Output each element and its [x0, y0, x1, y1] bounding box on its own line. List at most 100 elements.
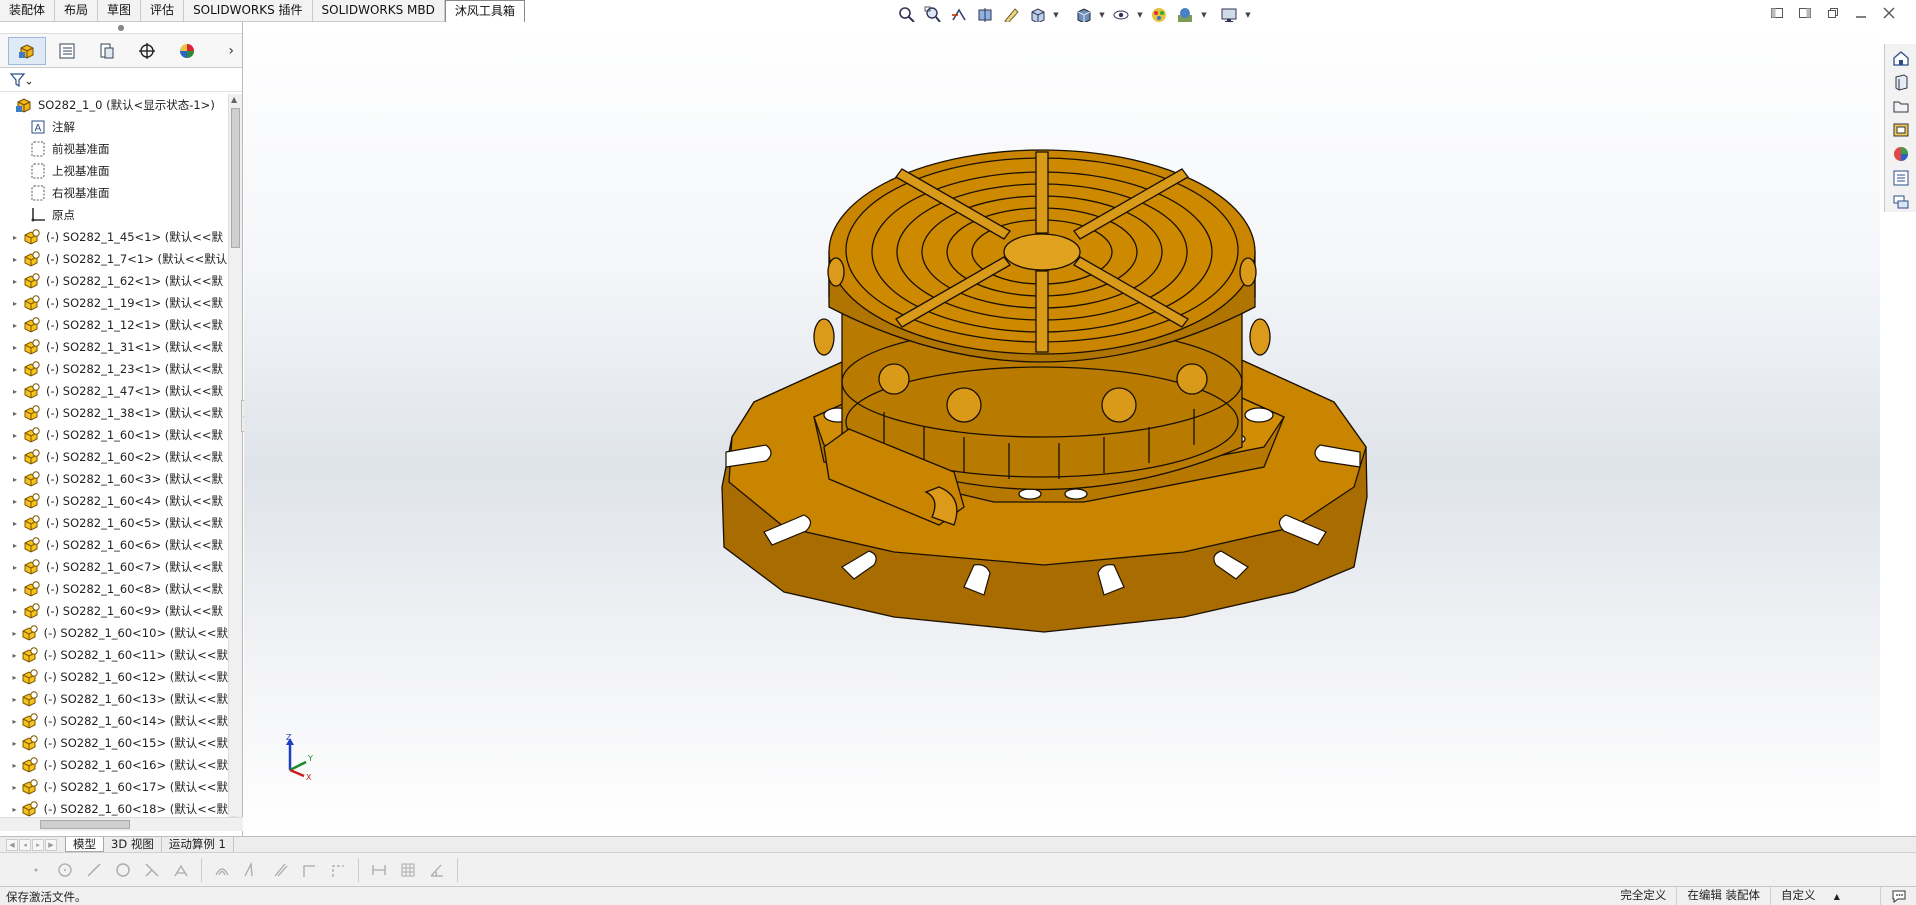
- next-tab-icon[interactable]: ▸: [32, 838, 44, 851]
- close-icon[interactable]: [1880, 4, 1898, 22]
- tree-item-component[interactable]: ▸ (-) SO282_1_60<1> (默认<<默: [0, 424, 228, 446]
- tree-item-component[interactable]: ▸ (-) SO282_1_60<4> (默认<<默: [0, 490, 228, 512]
- file-explorer-icon[interactable]: [1890, 96, 1912, 116]
- expand-arrow-icon[interactable]: ▸: [8, 255, 22, 264]
- tree-item-component[interactable]: ▸ (-) SO282_1_60<14> (默认<<默: [0, 710, 228, 732]
- tile-right-icon[interactable]: [1796, 4, 1814, 22]
- minimize-icon[interactable]: [1852, 4, 1870, 22]
- tree-item-feature[interactable]: A 注解: [0, 116, 228, 138]
- tree-item-component[interactable]: ▸ (-) SO282_1_45<1> (默认<<默: [0, 226, 228, 248]
- unit-system-selector[interactable]: 自定义 ▲: [1770, 887, 1880, 905]
- bottom-tab[interactable]: 运动算例 1: [162, 837, 234, 852]
- rotary-table-3d-model[interactable]: [664, 147, 1444, 767]
- scroll-up-arrow-icon[interactable]: ▲: [231, 95, 237, 104]
- tree-hscroll-thumb[interactable]: [40, 820, 130, 829]
- tree-item-component[interactable]: ▸ (-) SO282_1_60<5> (默认<<默: [0, 512, 228, 534]
- design-library-icon[interactable]: [1890, 72, 1912, 92]
- tree-filter[interactable]: [0, 68, 242, 92]
- tree-item-feature[interactable]: 右视基准面: [0, 182, 228, 204]
- tree-item-component[interactable]: ▸ (-) SO282_1_60<12> (默认<<默: [0, 666, 228, 688]
- home-icon[interactable]: [1890, 48, 1912, 68]
- tree-item-component[interactable]: ▸ (-) SO282_1_60<2> (默认<<默: [0, 446, 228, 468]
- tree-item-component[interactable]: ▸ (-) SO282_1_60<15> (默认<<默: [0, 732, 228, 754]
- expand-arrow-icon[interactable]: ▸: [8, 761, 21, 770]
- tree-item-component[interactable]: ▸ (-) SO282_1_38<1> (默认<<默: [0, 402, 228, 424]
- line-icon[interactable]: [82, 858, 106, 882]
- tree-item-component[interactable]: ▸ (-) SO282_1_19<1> (默认<<默: [0, 292, 228, 314]
- expand-arrow-icon[interactable]: ▸: [8, 805, 21, 814]
- command-tab[interactable]: 布局: [55, 0, 99, 22]
- tree-item-component[interactable]: ▸ (-) SO282_1_60<8> (默认<<默: [0, 578, 228, 600]
- tree-item-component[interactable]: ▸ (-) SO282_1_60<16> (默认<<默: [0, 754, 228, 776]
- expand-arrow-icon[interactable]: ▸: [8, 673, 21, 682]
- quick-tips-icon[interactable]: [1880, 887, 1916, 905]
- expand-arrow-icon[interactable]: ▸: [8, 321, 22, 330]
- tree-item-component[interactable]: ▸ (-) SO282_1_60<11> (默认<<默: [0, 644, 228, 666]
- tree-item-feature[interactable]: 原点: [0, 204, 228, 226]
- expand-arrow-icon[interactable]: ▸: [8, 475, 22, 484]
- circle-icon[interactable]: [53, 858, 77, 882]
- tree-root-assembly[interactable]: SO282_1_0 (默认<显示状态-1>): [0, 94, 228, 116]
- trim-icon[interactable]: [140, 858, 164, 882]
- tree-scroll-thumb[interactable]: [231, 108, 240, 248]
- tree-item-feature[interactable]: 上视基准面: [0, 160, 228, 182]
- bottom-tab[interactable]: 3D 视图: [104, 837, 162, 852]
- expand-arrow-icon[interactable]: ▸: [8, 497, 22, 506]
- feature-tree-tab-icon[interactable]: [8, 36, 46, 65]
- tree-item-component[interactable]: ▸ (-) SO282_1_60<13> (默认<<默: [0, 688, 228, 710]
- expand-arrow-icon[interactable]: ▸: [8, 607, 22, 616]
- angle-icon[interactable]: [425, 858, 449, 882]
- tree-item-component[interactable]: ▸ (-) SO282_1_23<1> (默认<<默: [0, 358, 228, 380]
- tree-item-component[interactable]: ▸ (-) SO282_1_47<1> (默认<<默: [0, 380, 228, 402]
- prev-tab-icon[interactable]: ◂: [19, 838, 31, 851]
- tree-item-component[interactable]: ▸ (-) SO282_1_62<1> (默认<<默: [0, 270, 228, 292]
- dimxpert-manager-tab-icon[interactable]: [128, 37, 166, 65]
- expand-arrow-icon[interactable]: ▸: [8, 739, 21, 748]
- configuration-manager-tab-icon[interactable]: [88, 37, 126, 65]
- convert-entities-icon[interactable]: [169, 858, 193, 882]
- expand-arrow-icon[interactable]: ▸: [8, 299, 22, 308]
- tree-item-component[interactable]: ▸ (-) SO282_1_7<1> (默认<<默认: [0, 248, 228, 270]
- tree-item-component[interactable]: ▸ (-) SO282_1_60<7> (默认<<默: [0, 556, 228, 578]
- command-tab[interactable]: SOLIDWORKS MBD: [312, 0, 445, 22]
- fillet-icon[interactable]: [268, 858, 292, 882]
- offset-icon[interactable]: [210, 858, 234, 882]
- more-tabs-chevron-icon[interactable]: ›: [228, 43, 234, 59]
- mirror-icon[interactable]: [239, 858, 263, 882]
- expand-arrow-icon[interactable]: ▸: [8, 585, 22, 594]
- chamfer-icon[interactable]: [297, 858, 321, 882]
- tree-vertical-scrollbar[interactable]: ▲ ▼: [228, 94, 242, 825]
- circle-outline-icon[interactable]: [111, 858, 135, 882]
- tree-item-feature[interactable]: 前视基准面: [0, 138, 228, 160]
- point-icon[interactable]: [24, 858, 48, 882]
- command-tab[interactable]: SOLIDWORKS 插件: [184, 0, 313, 22]
- command-tab[interactable]: 装配体: [0, 0, 56, 22]
- graphics-area[interactable]: Z Y X: [244, 22, 1880, 836]
- expand-arrow-icon[interactable]: ▸: [8, 233, 22, 242]
- expand-arrow-icon[interactable]: ▸: [8, 783, 21, 792]
- last-tab-icon[interactable]: ▶: [45, 838, 57, 851]
- dimension-icon[interactable]: [367, 858, 391, 882]
- expand-arrow-icon[interactable]: ▸: [8, 277, 22, 286]
- restore-icon[interactable]: [1824, 4, 1842, 22]
- tree-horizontal-scrollbar[interactable]: [0, 817, 243, 831]
- tree-item-component[interactable]: ▸ (-) SO282_1_60<17> (默认<<默: [0, 776, 228, 798]
- tree-item-component[interactable]: ▸ (-) SO282_1_12<1> (默认<<默: [0, 314, 228, 336]
- expand-arrow-icon[interactable]: ▸: [8, 651, 21, 660]
- tree-item-component[interactable]: ▸ (-) SO282_1_60<9> (默认<<默: [0, 600, 228, 622]
- expand-arrow-icon[interactable]: ▸: [8, 431, 22, 440]
- forum-icon[interactable]: [1890, 192, 1912, 212]
- rectangle-icon[interactable]: [326, 858, 350, 882]
- command-tab[interactable]: 评估: [141, 0, 185, 22]
- view-palette-icon[interactable]: [1890, 120, 1912, 140]
- expand-arrow-icon[interactable]: ▸: [8, 365, 22, 374]
- tree-item-component[interactable]: ▸ (-) SO282_1_31<1> (默认<<默: [0, 336, 228, 358]
- expand-arrow-icon[interactable]: ▸: [8, 387, 22, 396]
- panel-grip[interactable]: ●: [0, 22, 242, 34]
- command-tab[interactable]: 沐风工具箱: [444, 0, 525, 22]
- expand-arrow-icon[interactable]: ▸: [8, 409, 22, 418]
- expand-arrow-icon[interactable]: ▸: [8, 717, 21, 726]
- tree-item-component[interactable]: ▸ (-) SO282_1_60<3> (默认<<默: [0, 468, 228, 490]
- expand-arrow-icon[interactable]: ▸: [8, 343, 22, 352]
- display-manager-tab-icon[interactable]: [168, 37, 206, 65]
